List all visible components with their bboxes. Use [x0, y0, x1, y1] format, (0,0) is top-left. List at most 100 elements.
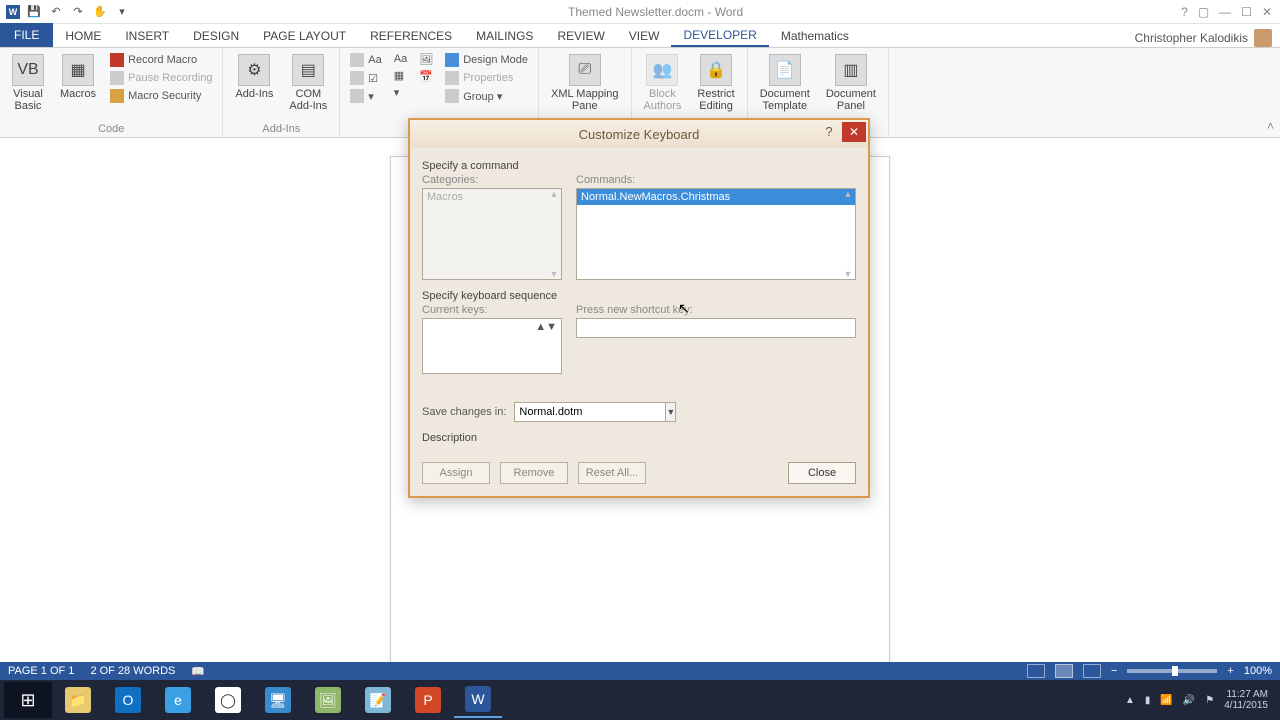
macros-button[interactable]: ▦ Macros [56, 52, 100, 102]
design-mode-icon [445, 53, 459, 67]
task-outlook[interactable]: O [104, 682, 152, 718]
tab-review[interactable]: REVIEW [545, 25, 616, 47]
block-authors-icon: 👥 [646, 54, 678, 86]
control-aa-rich[interactable]: Aa [348, 52, 383, 68]
view-print-icon[interactable] [1055, 664, 1073, 678]
system-tray[interactable]: ▲ ▮ 📶 🔊 ⚑ 11:27 AM 4/11/2015 [1125, 689, 1276, 711]
save-changes-value[interactable] [514, 402, 666, 422]
current-keys-listbox[interactable]: ▲▼ [422, 318, 562, 374]
control-combo[interactable]: ▦ [392, 68, 409, 83]
group-label-addins: Add-Ins [231, 121, 331, 135]
page-status[interactable]: PAGE 1 OF 1 [8, 665, 74, 677]
design-mode-button[interactable]: Design Mode [443, 52, 530, 68]
task-powerpoint[interactable]: P [404, 682, 452, 718]
control-building[interactable]: ▾ [392, 85, 409, 100]
start-button[interactable]: ⊞ [4, 682, 52, 718]
control-picture[interactable]: 🖼 [417, 52, 435, 67]
zoom-level[interactable]: 100% [1244, 665, 1272, 677]
task-gallery[interactable]: 🖼 [304, 682, 352, 718]
restrict-icon: 🔒 [700, 54, 732, 86]
chevron-down-icon[interactable]: ▼ [666, 402, 676, 422]
save-icon[interactable]: 💾 [26, 4, 42, 20]
proofing-icon[interactable]: 📖 [191, 665, 205, 678]
zoom-out-icon[interactable]: − [1111, 665, 1117, 677]
redo-icon[interactable]: ↷ [70, 4, 86, 20]
dialog-help-icon[interactable]: ? [820, 124, 838, 142]
view-read-icon[interactable] [1027, 664, 1045, 678]
macro-security-button[interactable]: Macro Security [108, 88, 214, 104]
minimize-icon[interactable]: — [1219, 5, 1231, 19]
commands-item-selected[interactable]: Normal.NewMacros.Christmas [577, 189, 855, 205]
touch-mode-icon[interactable]: ✋ [92, 4, 108, 20]
qat-more-icon[interactable]: ▾ [114, 4, 130, 20]
pause-icon [110, 71, 124, 85]
categories-item[interactable]: Macros [423, 189, 561, 205]
tab-page-layout[interactable]: PAGE LAYOUT [251, 25, 358, 47]
clock[interactable]: 11:27 AM 4/11/2015 [1224, 689, 1268, 711]
task-desktop[interactable]: 🖥 [254, 682, 302, 718]
close-window-icon[interactable]: ✕ [1262, 5, 1272, 19]
zoom-slider[interactable] [1127, 669, 1217, 673]
close-button[interactable]: Close [788, 462, 856, 484]
avatar [1254, 29, 1272, 47]
task-notepad[interactable]: 📝 [354, 682, 402, 718]
tab-developer[interactable]: DEVELOPER [671, 25, 768, 47]
task-file-explorer[interactable]: 📁 [54, 682, 102, 718]
ribbon-group-addins: ⚙Add-Ins ▤COM Add-Ins Add-Ins [223, 48, 340, 137]
save-changes-label: Save changes in: [422, 406, 506, 418]
maximize-icon[interactable]: ☐ [1241, 5, 1252, 19]
tab-insert[interactable]: INSERT [113, 25, 181, 47]
user-account[interactable]: Christopher Kalodikis [1135, 29, 1280, 47]
word-count[interactable]: 2 OF 28 WORDS [90, 665, 175, 677]
control-date[interactable]: 📅 [417, 69, 435, 84]
ribbon-options-icon[interactable]: ▢ [1198, 5, 1209, 19]
commands-listbox[interactable]: Normal.NewMacros.Christmas ▲▼ [576, 188, 856, 280]
group-button[interactable]: Group ▾ [443, 88, 530, 104]
dialog-title-bar[interactable]: Customize Keyboard ? ✕ [410, 120, 868, 148]
addins-button[interactable]: ⚙Add-Ins [231, 52, 277, 102]
categories-listbox[interactable]: Macros ▲▼ [422, 188, 562, 280]
help-icon[interactable]: ? [1181, 5, 1188, 19]
task-ie[interactable]: e [154, 682, 202, 718]
view-web-icon[interactable] [1083, 664, 1101, 678]
tray-sound-icon[interactable]: 🔊 [1183, 695, 1195, 706]
undo-icon[interactable]: ↶ [48, 4, 64, 20]
tab-references[interactable]: REFERENCES [358, 25, 464, 47]
task-chrome[interactable]: ◯ [204, 682, 252, 718]
vb-icon: VB [12, 54, 44, 86]
com-addins-button[interactable]: ▤COM Add-Ins [285, 52, 331, 114]
specify-sequence-label: Specify keyboard sequence [422, 290, 856, 302]
tray-up-icon[interactable]: ▲ [1125, 695, 1135, 706]
tray-network-icon[interactable]: 📶 [1160, 695, 1172, 706]
xml-icon: ⎚ [569, 54, 601, 86]
tab-home[interactable]: HOME [53, 25, 113, 47]
record-macro-button[interactable]: Record Macro [108, 52, 214, 68]
tab-file[interactable]: FILE [0, 23, 53, 47]
window-controls: ? ▢ — ☐ ✕ [1181, 5, 1280, 19]
collapse-ribbon-icon[interactable]: ˄ [1267, 119, 1274, 133]
tab-view[interactable]: VIEW [617, 25, 672, 47]
visual-basic-button[interactable]: VB Visual Basic [8, 52, 48, 114]
pause-recording-button: Pause Recording [108, 70, 214, 86]
dialog-title: Customize Keyboard [579, 127, 700, 142]
ribbon-tabs: FILE HOME INSERT DESIGN PAGE LAYOUT REFE… [0, 24, 1280, 48]
tray-battery-icon[interactable]: ▮ [1145, 695, 1151, 706]
tab-design[interactable]: DESIGN [181, 25, 251, 47]
task-word[interactable]: W [454, 682, 502, 718]
control-legacy[interactable]: ▾ [348, 88, 383, 104]
zoom-in-icon[interactable]: + [1227, 665, 1233, 677]
document-panel-button[interactable]: ▥Document Panel [822, 52, 880, 114]
user-name: Christopher Kalodikis [1135, 31, 1248, 45]
tab-mailings[interactable]: MAILINGS [464, 25, 545, 47]
save-changes-combo[interactable]: ▼ [514, 402, 664, 422]
doc-panel-icon: ▥ [835, 54, 867, 86]
control-checkbox[interactable]: ☑ [348, 70, 383, 86]
press-new-shortcut-input[interactable] [576, 318, 856, 338]
restrict-editing-button[interactable]: 🔒Restrict Editing [693, 52, 738, 114]
xml-mapping-button[interactable]: ⎚XML Mapping Pane [547, 52, 622, 114]
tray-flag-icon[interactable]: ⚑ [1205, 695, 1214, 706]
tab-mathematics[interactable]: Mathematics [769, 25, 861, 47]
control-aa-plain[interactable]: Aa [392, 52, 409, 66]
document-template-button[interactable]: 📄Document Template [756, 52, 814, 114]
dialog-close-icon[interactable]: ✕ [842, 122, 866, 142]
